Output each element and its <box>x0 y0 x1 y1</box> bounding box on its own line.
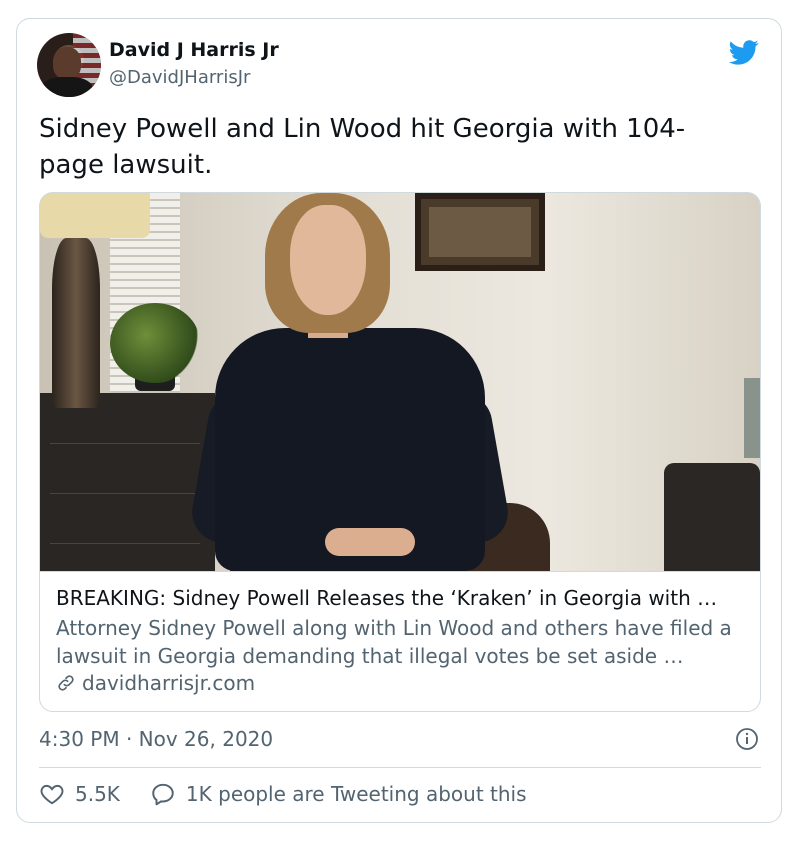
link-card[interactable]: BREAKING: Sidney Powell Releases the ‘Kr… <box>39 192 761 712</box>
avatar-body <box>41 77 93 97</box>
heart-icon <box>40 784 64 805</box>
books <box>744 378 760 458</box>
link-icon <box>58 675 74 691</box>
face <box>290 205 366 315</box>
link-card-domain-row[interactable]: davidharrisjr.com <box>56 671 255 695</box>
link-card-photo[interactable] <box>40 193 760 571</box>
tweeting-text[interactable]: 1K people are Tweeting about this <box>186 782 527 806</box>
link-card-domain[interactable]: davidharrisjr.com <box>82 671 255 695</box>
like-button[interactable]: 5.5K <box>39 781 120 807</box>
lamp <box>52 238 100 408</box>
author-handle[interactable]: @DavidJHarrisJr <box>109 67 250 88</box>
avatar[interactable] <box>37 33 101 97</box>
info-icon[interactable] <box>735 727 759 751</box>
avatar-head <box>53 47 81 79</box>
tweeting-about-link[interactable]: 1K people are Tweeting about this <box>150 781 527 807</box>
tweet-card[interactable]: David J Harris Jr @DavidJHarrisJr Sidney… <box>16 18 782 823</box>
divider <box>39 767 761 768</box>
lampshade <box>40 193 150 238</box>
author-name[interactable]: David J Harris Jr <box>109 39 279 61</box>
link-card-description: Attorney Sidney Powell along with Lin Wo… <box>56 616 732 668</box>
link-card-info[interactable]: BREAKING: Sidney Powell Releases the ‘Kr… <box>40 571 760 695</box>
twitter-bird-icon[interactable] <box>727 37 761 67</box>
tweet-actions: 5.5K 1K people are Tweeting about this <box>39 781 557 807</box>
side-table <box>664 463 760 571</box>
tweet-text: Sidney Powell and Lin Wood hit Georgia w… <box>39 114 686 180</box>
hands <box>325 528 415 556</box>
dresser <box>40 393 215 571</box>
link-card-title[interactable]: BREAKING: Sidney Powell Releases the ‘Kr… <box>56 586 717 610</box>
plant <box>110 303 200 383</box>
tweet-timestamp[interactable]: 4:30 PM · Nov 26, 2020 <box>39 727 273 751</box>
speech-bubble-icon <box>152 783 174 806</box>
picture-frame <box>415 193 545 271</box>
like-count: 5.5K <box>75 782 120 806</box>
